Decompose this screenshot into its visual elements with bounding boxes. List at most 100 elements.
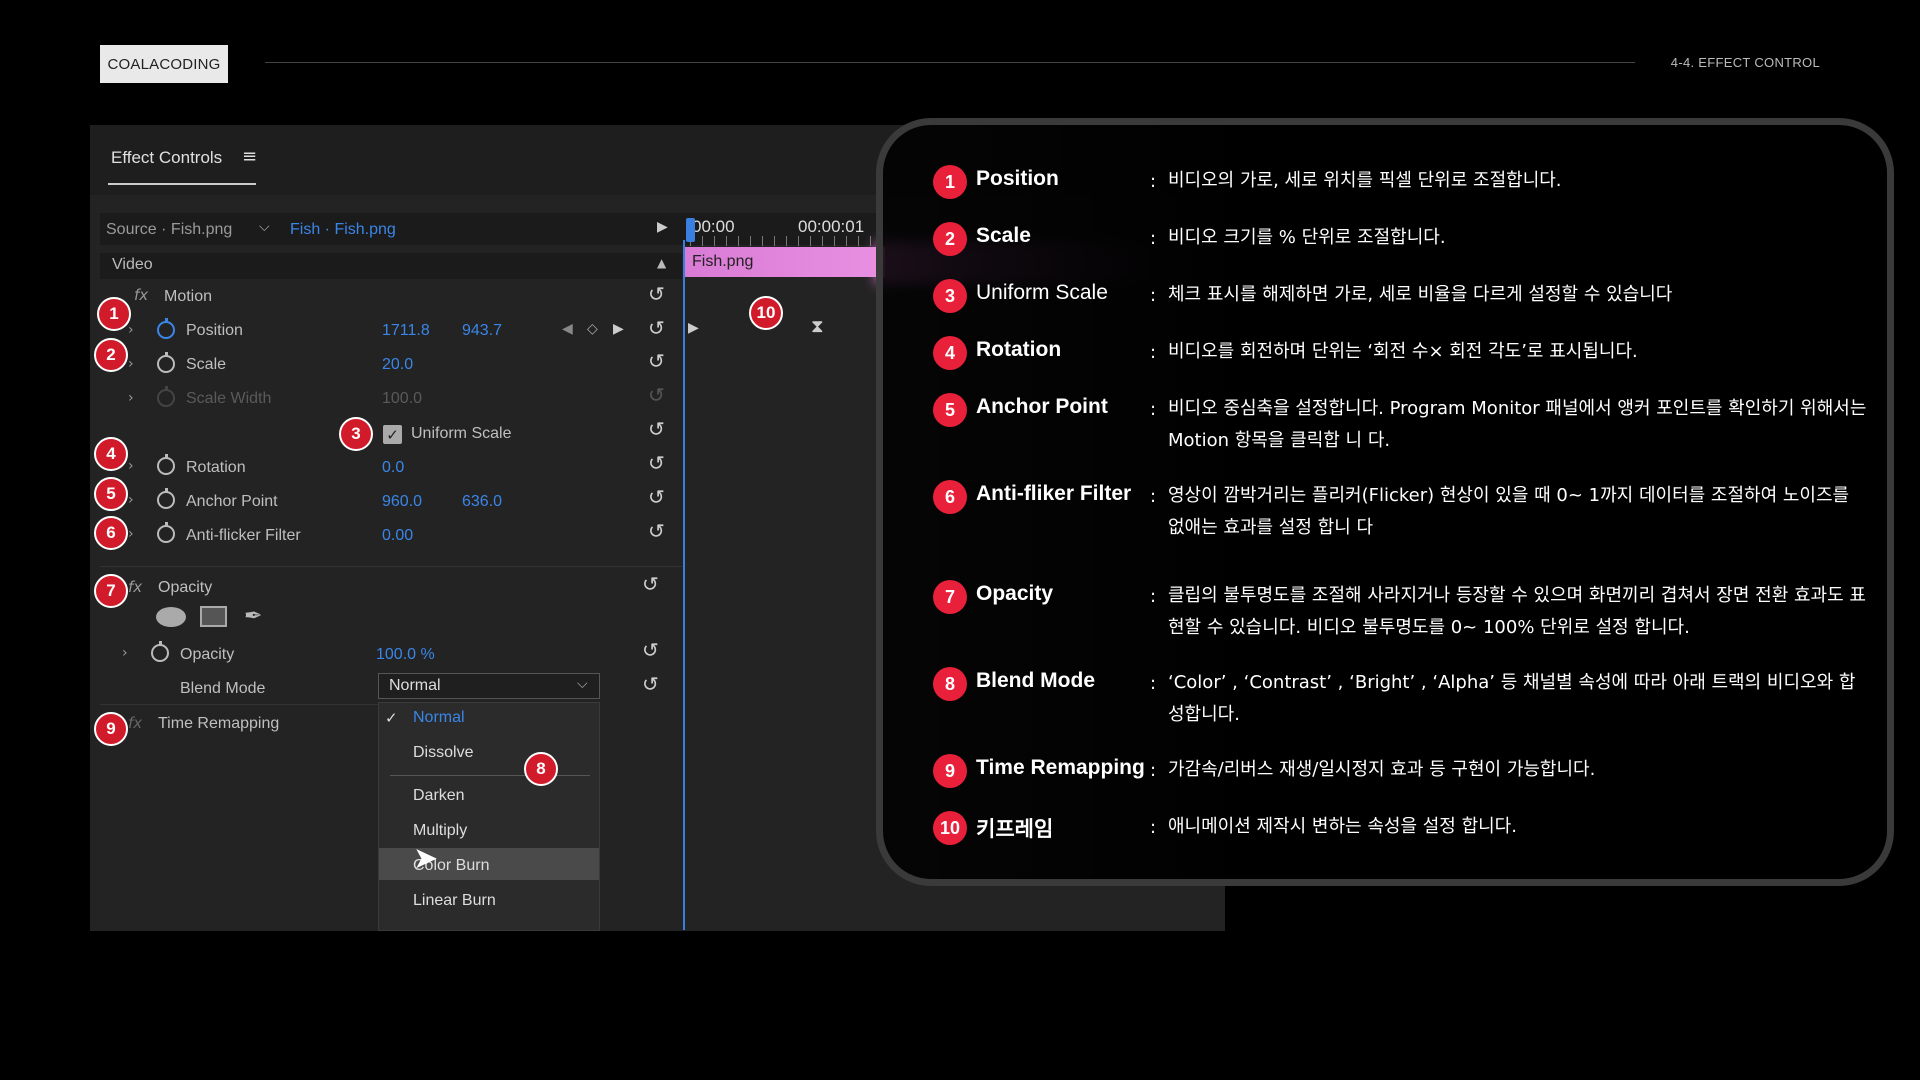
panel-menu-icon[interactable]: ≡ xyxy=(242,146,257,167)
position-x-value[interactable]: 1711.8 xyxy=(382,322,430,340)
chevron-right-icon[interactable]: › xyxy=(128,492,134,508)
anti-flicker-value[interactable]: 0.00 xyxy=(382,527,413,545)
stopwatch-icon xyxy=(157,386,175,407)
callout-3: 3 xyxy=(339,417,373,451)
pen-mask-icon[interactable]: ✒ xyxy=(244,604,262,629)
option-divider xyxy=(390,775,590,776)
info-desc: 가감속/리버스 재생/일시정지 효과 등 구현이 가능합니다. xyxy=(1168,759,1596,780)
keyframe-icon[interactable]: ⧗ xyxy=(811,316,824,337)
video-label: Video xyxy=(112,256,153,273)
reset-icon: ↺ xyxy=(648,383,665,407)
anchor-x-value[interactable]: 960.0 xyxy=(382,493,422,511)
callout-10: 10 xyxy=(749,296,783,330)
fx-icon[interactable]: fx xyxy=(134,286,148,304)
reset-icon[interactable]: ↺ xyxy=(648,282,665,306)
next-keyframe-icon[interactable]: ▶ xyxy=(688,320,699,336)
blend-mode-value[interactable]: Normal xyxy=(389,677,441,695)
fx-icon[interactable]: fx xyxy=(128,578,142,596)
info-title: Opacity xyxy=(976,582,1054,605)
callout-6: 6 xyxy=(94,516,128,550)
timeline-clip-label: Fish.png xyxy=(692,253,754,270)
playhead-handle[interactable] xyxy=(686,218,695,242)
info-title: Blend Mode xyxy=(976,669,1095,692)
anti-flicker-label: Anti-flicker Filter xyxy=(186,527,301,544)
option-dissolve[interactable]: Dissolve xyxy=(413,744,473,762)
position-label: Position xyxy=(186,322,243,339)
clip-selector[interactable]: Fish · Fish.png xyxy=(290,221,396,239)
reset-icon[interactable]: ↺ xyxy=(642,672,659,696)
info-desc: ‘Color’ , ‘Contrast’ , ‘Bright’ , ‘Alpha… xyxy=(1168,672,1856,725)
callout-9: 9 xyxy=(94,712,128,746)
option-multiply[interactable]: Multiply xyxy=(413,822,467,840)
tab-underline xyxy=(108,183,256,185)
callout-7: 7 xyxy=(94,574,128,608)
reset-icon[interactable]: ↺ xyxy=(648,485,665,509)
prev-keyframe-icon[interactable]: ◀ xyxy=(562,321,573,337)
stopwatch-icon[interactable] xyxy=(157,352,175,373)
ellipse-mask-icon[interactable] xyxy=(156,607,186,627)
rotation-value[interactable]: 0.0 xyxy=(382,459,404,477)
info-title: Rotation xyxy=(976,338,1062,361)
option-normal[interactable]: Normal xyxy=(413,709,465,727)
chevron-right-icon[interactable]: › xyxy=(128,390,134,406)
play-icon[interactable]: ▶ xyxy=(657,219,668,235)
opacity-label: Opacity xyxy=(180,646,235,663)
reset-icon[interactable]: ↺ xyxy=(648,519,665,543)
stopwatch-icon[interactable] xyxy=(157,454,175,475)
chevron-down-icon[interactable]: ⌵ xyxy=(259,219,270,235)
position-y-value[interactable]: 943.7 xyxy=(462,322,502,340)
fx-icon[interactable]: fx xyxy=(128,714,142,732)
cursor-icon: ➤ xyxy=(413,841,439,876)
playhead-line[interactable] xyxy=(683,240,685,930)
option-linear-burn[interactable]: Linear Burn xyxy=(413,892,496,910)
info-colon: : xyxy=(1150,285,1157,306)
info-number: 5 xyxy=(933,393,967,427)
rectangle-mask-icon[interactable] xyxy=(200,606,227,627)
reset-icon[interactable]: ↺ xyxy=(642,572,659,596)
reset-icon[interactable]: ↺ xyxy=(648,316,665,340)
chevron-right-icon[interactable]: › xyxy=(128,526,134,542)
reset-icon[interactable]: ↺ xyxy=(642,638,659,662)
scale-value[interactable]: 20.0 xyxy=(382,356,413,374)
chevron-right-icon[interactable]: › xyxy=(122,645,128,661)
info-colon: : xyxy=(1150,817,1157,838)
time-remapping-label[interactable]: Time Remapping xyxy=(158,715,279,741)
collapse-up-icon[interactable]: ▲ xyxy=(657,256,666,270)
stopwatch-icon[interactable] xyxy=(157,318,175,339)
opacity-section-label[interactable]: Opacity xyxy=(158,579,212,605)
option-darken[interactable]: Darken xyxy=(413,787,465,805)
chevron-right-icon[interactable]: › xyxy=(128,458,134,474)
info-desc: 비디오의 가로, 세로 위치를 픽셀 단위로 조절합니다. xyxy=(1168,170,1562,191)
info-desc: 비디오 크기를 % 단위로 조절합니다. xyxy=(1168,227,1446,248)
info-title: Uniform Scale xyxy=(976,281,1108,304)
anchor-y-value[interactable]: 636.0 xyxy=(462,493,502,511)
uniform-scale-checkbox[interactable]: ✓ xyxy=(383,425,402,444)
chevron-right-icon[interactable]: › xyxy=(128,356,134,372)
chevron-right-icon[interactable]: › xyxy=(128,322,134,338)
next-keyframe-icon[interactable]: ▶ xyxy=(613,321,624,337)
source-label[interactable]: Source · Fish.png xyxy=(106,221,232,239)
reset-icon[interactable]: ↺ xyxy=(648,451,665,475)
info-number: 4 xyxy=(933,336,967,370)
uniform-scale-label: Uniform Scale xyxy=(411,425,512,442)
info-number: 6 xyxy=(933,480,967,514)
stopwatch-icon[interactable] xyxy=(151,641,169,662)
reset-icon[interactable]: ↺ xyxy=(648,349,665,373)
section-divider xyxy=(100,566,682,567)
chevron-down-icon[interactable]: ⌵ xyxy=(577,676,588,692)
tab-effect-controls[interactable]: Effect Controls xyxy=(111,148,222,168)
info-desc: 비디오를 회전하며 단위는 ‘회전 수× 회전 각도’로 표시됩니다. xyxy=(1168,341,1638,362)
stopwatch-icon[interactable] xyxy=(157,488,175,509)
info-desc: 클립의 불투명도를 조절해 사라지거나 등장할 수 있으며 화면끼리 겹쳐서 장… xyxy=(1168,585,1866,638)
section-title: 4-4. EFFECT CONTROL xyxy=(1670,55,1820,70)
info-colon: : xyxy=(1150,399,1157,420)
add-keyframe-icon[interactable]: ◇ xyxy=(587,321,598,337)
motion-label[interactable]: Motion xyxy=(164,288,212,314)
stopwatch-icon[interactable] xyxy=(157,522,175,543)
reset-icon[interactable]: ↺ xyxy=(648,417,665,441)
opacity-value[interactable]: 100.0 % xyxy=(376,646,435,664)
timecode-next: 00:00:01 xyxy=(798,217,865,236)
time-ruler[interactable] xyxy=(690,236,880,246)
timecode-start: 00:00 xyxy=(692,217,735,236)
blend-mode-label: Blend Mode xyxy=(180,680,266,697)
